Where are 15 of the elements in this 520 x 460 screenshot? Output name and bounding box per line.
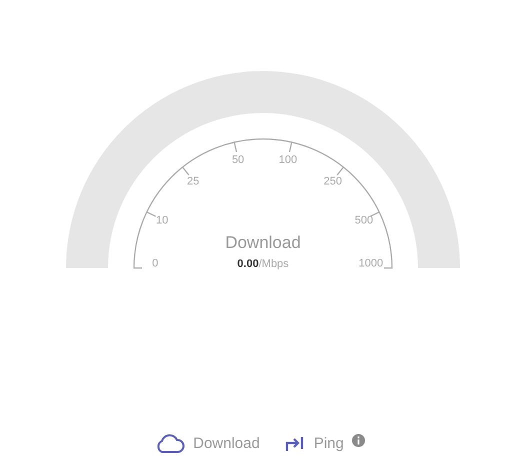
- scale-label: 50: [232, 154, 244, 166]
- scale-label: 100: [278, 154, 298, 166]
- info-icon[interactable]: [352, 434, 365, 446]
- legend-label: Download: [193, 435, 260, 453]
- scale-label: 250: [324, 175, 342, 188]
- speed-reading: 0.00/Mbps: [237, 258, 289, 270]
- gauge-title: Download: [225, 233, 301, 252]
- arrows-icon: [284, 434, 306, 454]
- scale-label: 500: [354, 214, 374, 226]
- scale-label: 1000: [358, 257, 384, 270]
- cloud-icon: [155, 434, 186, 454]
- scale-label: 10: [156, 214, 168, 226]
- legend-label: Ping: [314, 435, 344, 453]
- scale-label: 0: [152, 257, 158, 270]
- scale-label: 25: [187, 175, 200, 188]
